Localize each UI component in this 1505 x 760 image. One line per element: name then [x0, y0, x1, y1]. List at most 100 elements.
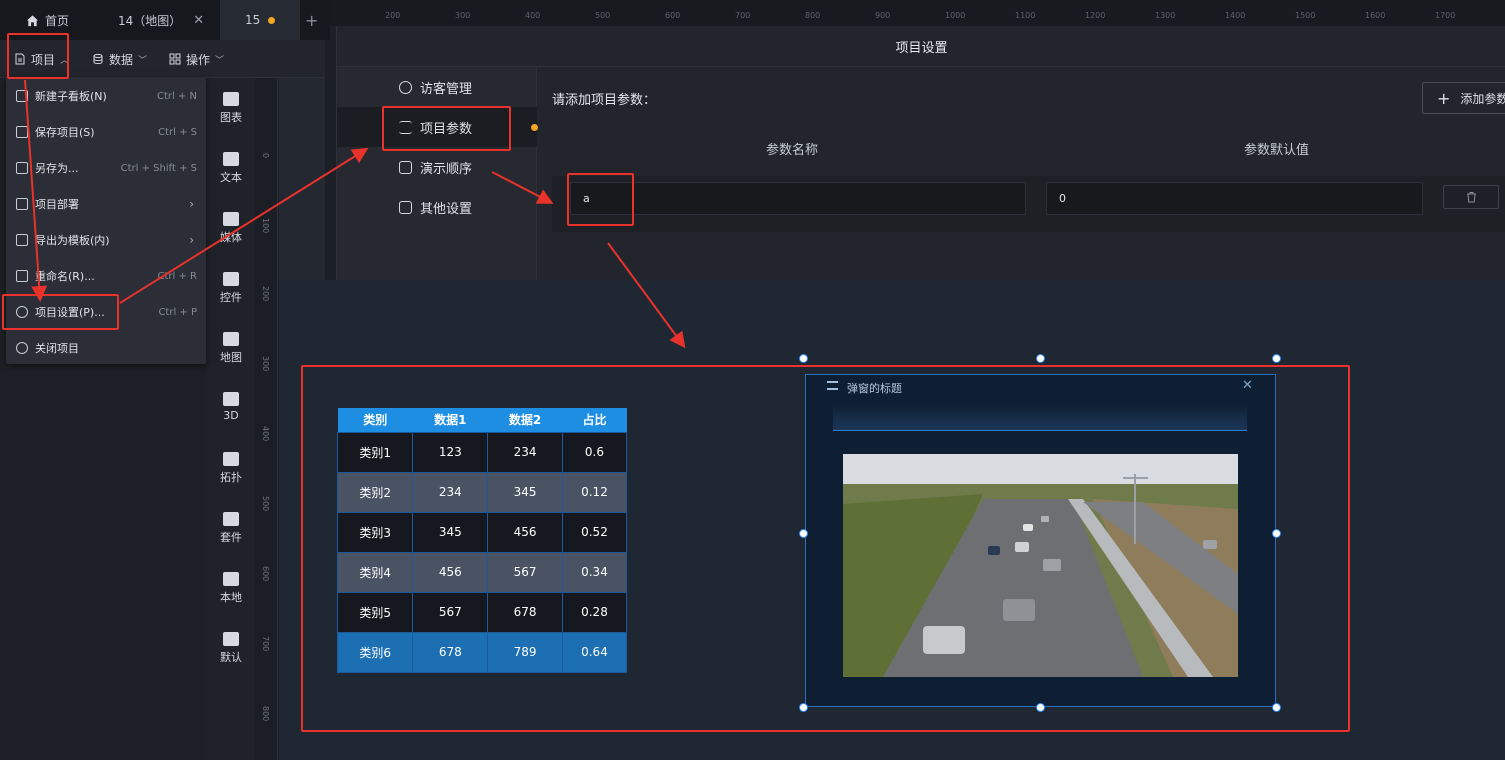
comp-label: 本地: [220, 591, 242, 604]
comp-3d[interactable]: 3D: [207, 392, 255, 422]
ruler-label: 500: [595, 11, 611, 20]
param-default-input[interactable]: 0: [1046, 182, 1423, 215]
media-icon: [223, 212, 239, 226]
grid-icon: [169, 53, 181, 65]
delete-param-button[interactable]: [1443, 185, 1499, 209]
chevron-right-icon: ›: [189, 197, 194, 211]
comp-label: 默认: [220, 651, 242, 664]
ruler-label: 1700: [1435, 11, 1456, 20]
menu-item-label: 新建子看板(N): [35, 90, 107, 103]
board-icon: [16, 90, 28, 102]
ruler-label: 1100: [1015, 11, 1036, 20]
operate-menu-button[interactable]: 操作 ﹀: [169, 40, 224, 78]
highlight-param-input: [567, 173, 634, 226]
comp-map[interactable]: 地图: [207, 332, 255, 365]
ruler-label: 1000: [945, 11, 966, 20]
menu-item-label: 导出为模板(内): [35, 234, 110, 247]
lock-icon: [399, 200, 412, 214]
resize-handle[interactable]: [1272, 354, 1281, 363]
menu-item-shortcut: Ctrl + Shift + S: [120, 162, 197, 174]
comp-label: 3D: [223, 409, 239, 422]
menu-item-label: 重命名(R)...: [35, 270, 95, 283]
comp-chart[interactable]: 图表: [207, 92, 255, 125]
add-param-label: 添加参数: [1460, 91, 1505, 106]
comp-local[interactable]: 本地: [207, 572, 255, 605]
highlight-project-menu: [7, 33, 69, 79]
menu-item-close-project[interactable]: 关闭项目: [6, 330, 206, 366]
comp-label: 套件: [220, 531, 242, 544]
ruler-label: 300: [455, 11, 471, 20]
ruler-label: 600: [665, 11, 681, 20]
ruler-label: 1400: [1225, 11, 1246, 20]
resize-handle[interactable]: [799, 354, 808, 363]
tab-15-label: 15: [245, 13, 261, 27]
menu-item-shortcut: Ctrl + S: [158, 126, 197, 138]
menu-item-label: 另存为...: [35, 162, 79, 175]
nav-label: 其他设置: [420, 201, 473, 217]
home-icon: [26, 14, 39, 26]
chart-icon: [223, 92, 239, 106]
control-icon: [223, 272, 239, 286]
tab-map-label: 14（地图）: [118, 13, 182, 28]
ruler-label: 1600: [1365, 11, 1386, 20]
kit-icon: [223, 512, 239, 526]
component-sidebar: 图表 文本 媒体 控件 地图 3D 拓扑 套件 本地 默认: [207, 78, 255, 760]
canvas-edge: [279, 78, 325, 280]
menu-item-new-board[interactable]: 新建子看板(N) Ctrl + N: [6, 78, 206, 114]
comp-kit[interactable]: 套件: [207, 512, 255, 545]
ruler-label: 300: [261, 356, 270, 372]
save-as-icon: [16, 162, 28, 174]
param-name-input[interactable]: a: [570, 182, 1026, 215]
comp-control[interactable]: 控件: [207, 272, 255, 305]
tab-15[interactable]: 15: [220, 0, 300, 40]
chevron-down-icon: ﹀: [215, 55, 225, 66]
data-menu-button[interactable]: 数据 ﹀: [92, 40, 147, 78]
menu-item-deploy[interactable]: 项目部署 ›: [6, 186, 206, 222]
menu-item-rename[interactable]: 重命名(R)... Ctrl + R: [6, 258, 206, 294]
chevron-down-icon: ﹀: [138, 55, 148, 66]
menu-item-export-template[interactable]: 导出为模板(内) ›: [6, 222, 206, 258]
save-icon: [16, 126, 28, 138]
add-tab-icon[interactable]: +: [305, 0, 330, 40]
nav-label: 演示顺序: [420, 161, 473, 177]
highlight-project-params: [382, 106, 511, 151]
ruler-vertical: 0 100 200 300 400 500 600 700 800: [256, 78, 278, 760]
comp-topology[interactable]: 拓扑: [207, 452, 255, 485]
nav-other-settings[interactable]: 其他设置: [337, 187, 537, 227]
chevron-right-icon: ›: [189, 233, 194, 247]
nav-label: 访客管理: [420, 81, 473, 97]
menu-item-label: 关闭项目: [35, 342, 79, 355]
modified-dot-icon: [531, 123, 538, 131]
nav-presentation-order[interactable]: 演示顺序: [337, 147, 537, 187]
ruler-label: 1200: [1085, 11, 1106, 20]
menu-item-save-as[interactable]: 另存为... Ctrl + Shift + S: [6, 150, 206, 186]
add-param-button[interactable]: + 添加参数: [1422, 82, 1505, 114]
highlight-project-settings: [2, 294, 119, 330]
deploy-icon: [16, 198, 28, 210]
menu-item-shortcut: Ctrl + R: [157, 270, 197, 282]
ruler-label: 800: [805, 11, 821, 20]
comp-media[interactable]: 媒体: [207, 212, 255, 245]
tab-map[interactable]: 14（地图） ✕: [92, 0, 220, 40]
ruler-label: 700: [261, 636, 270, 652]
operate-menu-label: 操作: [186, 52, 211, 67]
comp-text[interactable]: 文本: [207, 152, 255, 185]
ruler-horizontal: 200 300 400 500 600 700 800 900 1000 1100 1200 1300…: [330, 0, 1505, 26]
comp-default[interactable]: 默认: [207, 632, 255, 665]
menu-item-save[interactable]: 保存项目(S) Ctrl + S: [6, 114, 206, 150]
ruler-label: 100: [261, 218, 270, 234]
ruler-label: 200: [261, 286, 270, 302]
map-icon: [223, 332, 239, 346]
ruler-label: 1500: [1295, 11, 1316, 20]
modified-dot-icon: [268, 16, 276, 24]
ruler-label: 800: [261, 706, 270, 722]
highlight-canvas-area: [301, 365, 1350, 732]
export-icon: [16, 234, 28, 246]
comp-label: 地图: [220, 351, 242, 364]
trash-icon: [1466, 192, 1476, 203]
nav-visitor-management[interactable]: 访客管理: [337, 67, 537, 107]
resize-handle[interactable]: [1036, 354, 1045, 363]
close-icon[interactable]: ✕: [193, 13, 204, 28]
ruler-label: 600: [261, 566, 270, 582]
ruler-label: 500: [261, 496, 270, 512]
